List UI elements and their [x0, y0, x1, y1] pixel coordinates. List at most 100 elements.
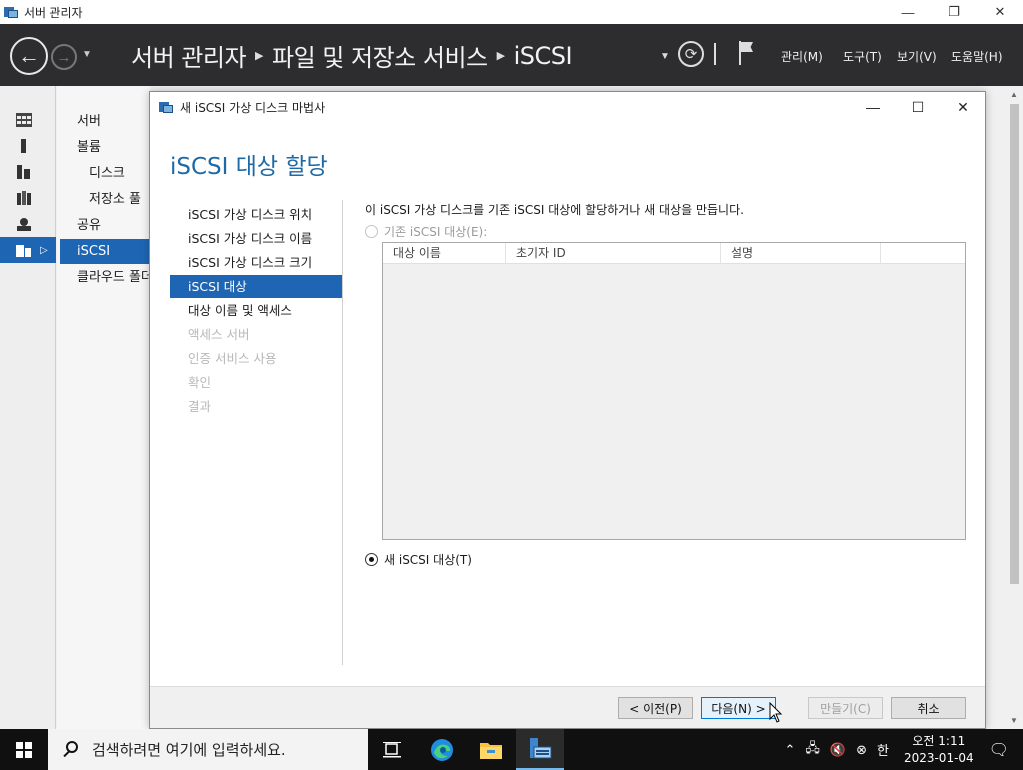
dialog-titlebar: 새 iSCSI 가상 디스크 마법사 — ☐ ✕ [150, 92, 985, 122]
back-arrow-icon: ← [18, 43, 40, 68]
clock-time: 오전 1:11 [912, 733, 966, 748]
prev-button[interactable]: < 이전(P) [618, 697, 693, 719]
forward-arrow-icon: → [56, 48, 72, 66]
new-target-radio[interactable] [365, 553, 378, 566]
menu-view[interactable]: 보기(V) [897, 48, 937, 65]
menu-manage[interactable]: 관리(M) [781, 48, 823, 65]
page-title: iSCSI 대상 할당 [170, 154, 328, 180]
window-title: 서버 관리자 [24, 5, 83, 20]
breadcrumb-item[interactable]: iSCSI [514, 42, 573, 70]
step-iscsi-target[interactable]: iSCSI 대상 [170, 275, 342, 298]
existing-target-label: 기존 iSCSI 대상(E): [384, 225, 488, 239]
left-icon-rail: ▷ [0, 86, 56, 729]
column-description[interactable]: 설명 [721, 243, 881, 264]
scroll-down-icon[interactable]: ▼ [1010, 716, 1018, 725]
start-button[interactable] [0, 729, 48, 770]
show-hidden-icons-chevron-icon[interactable]: ⌃ [784, 742, 795, 758]
rail-local-server[interactable] [0, 133, 56, 159]
next-button[interactable]: 다음(N) > [701, 697, 776, 719]
restore-button[interactable]: ❐ [931, 0, 977, 24]
subnav-item-storage-pools[interactable]: 저장소 풀 [60, 187, 150, 212]
breadcrumb-item[interactable]: 서버 관리자 [131, 38, 247, 73]
servers-icon [17, 165, 30, 179]
column-target-name[interactable]: 대상 이름 [383, 243, 506, 264]
forward-button[interactable]: → [51, 44, 77, 70]
menu-help[interactable]: 도움말(H) [951, 48, 1003, 65]
notifications-flag-icon[interactable] [737, 41, 755, 67]
file-services-nav: 서버 볼륨 디스크 저장소 풀 공유 iSCSI 클라우드 폴더 [57, 86, 150, 729]
column-initiator-id[interactable]: 초기자 ID [506, 243, 721, 264]
nav-history-dropdown-icon[interactable]: ▼ [82, 49, 92, 60]
breadcrumb-item[interactable]: 파일 및 저장소 서비스 [272, 38, 488, 73]
server-group-icon [17, 191, 31, 205]
close-button[interactable]: ✕ [977, 0, 1023, 24]
taskbar-search-box[interactable]: 검색하려면 여기에 입력하세요. [48, 729, 368, 770]
breadcrumb-dropdown-icon[interactable]: ▼ [660, 51, 670, 62]
scroll-up-icon[interactable]: ▲ [1010, 90, 1018, 99]
step-confirmation: 확인 [188, 375, 212, 390]
new-iscsi-virtual-disk-wizard: 새 iSCSI 가상 디스크 마법사 — ☐ ✕ iSCSI 대상 할당 iSC… [149, 91, 986, 729]
error-circle-icon[interactable]: ⊗ [856, 742, 867, 758]
server-manager-icon [530, 737, 552, 758]
subnav-item-volumes[interactable]: 볼륨 [60, 135, 150, 160]
task-view-button[interactable] [368, 729, 416, 770]
rail-file-services[interactable]: ▷ [0, 237, 56, 263]
ime-indicator[interactable]: 한 [877, 740, 889, 759]
task-view-icon [383, 741, 401, 757]
minimize-button[interactable]: — [885, 0, 931, 24]
back-button[interactable]: ← [10, 37, 48, 75]
taskbar: 검색하려면 여기에 입력하세요. ⌃ 🖧 🔇 ⊗ 한 오전 1:11 2023-… [0, 729, 1023, 770]
step-target-name-access[interactable]: 대상 이름 및 액세스 [170, 299, 342, 322]
step-disk-size[interactable]: iSCSI 가상 디스크 크기 [170, 251, 342, 274]
server-manager-icon [4, 5, 18, 19]
edge-browser-button[interactable] [418, 729, 466, 770]
window-titlebar: 서버 관리자 — ❐ ✕ [0, 0, 1023, 24]
server-manager-taskbar-button[interactable] [516, 729, 564, 770]
folder-icon [480, 742, 502, 759]
rail-role[interactable] [0, 211, 56, 237]
expand-arrow-icon: ▷ [40, 244, 48, 256]
step-disk-location[interactable]: iSCSI 가상 디스크 위치 [170, 203, 342, 226]
dialog-close-button[interactable]: ✕ [940, 92, 986, 122]
refresh-button[interactable]: ⟳ [678, 41, 704, 67]
breadcrumb: 서버 관리자 ▶ 파일 및 저장소 서비스 ▶ iSCSI [131, 38, 573, 73]
new-target-option[interactable]: 새 iSCSI 대상(T) [365, 551, 472, 568]
menu-tools[interactable]: 도구(T) [843, 48, 882, 65]
search-icon [62, 740, 82, 760]
step-access-servers: 액세스 서버 [188, 327, 250, 342]
step-results: 결과 [188, 399, 212, 414]
rail-dashboard[interactable] [0, 107, 56, 133]
dialog-title: 새 iSCSI 가상 디스크 마법사 [180, 100, 326, 115]
rail-all-servers[interactable] [0, 159, 56, 185]
step-divider [342, 200, 343, 665]
subnav-item-iscsi[interactable]: iSCSI [60, 239, 150, 264]
subnav-item-servers[interactable]: 서버 [60, 109, 150, 134]
rail-server-group[interactable] [0, 185, 56, 211]
step-disk-name[interactable]: iSCSI 가상 디스크 이름 [170, 227, 342, 250]
file-explorer-button[interactable] [467, 729, 515, 770]
file-services-icon [16, 245, 31, 257]
intro-text: 이 iSCSI 가상 디스크를 기존 iSCSI 대상에 할당하거나 새 대상을… [365, 203, 744, 217]
storage-role-icon [17, 218, 31, 231]
dialog-minimize-button[interactable]: — [850, 92, 896, 122]
cancel-button[interactable]: 취소 [891, 697, 966, 719]
table-header: 대상 이름 초기자 ID 설명 [383, 243, 965, 264]
main-scrollbar[interactable]: ▲ ▼ [1006, 86, 1023, 729]
header-divider [714, 43, 716, 65]
create-button: 만들기(C) [808, 697, 883, 719]
subnav-item-disks[interactable]: 디스크 [60, 161, 150, 186]
subnav-item-cloud-folders[interactable]: 클라우드 폴더 [60, 265, 150, 290]
notifications-icon[interactable]: 🗨 [989, 740, 1009, 760]
dialog-footer: < 이전(P) 다음(N) > 만들기(C) 취소 [150, 686, 985, 728]
clock[interactable]: 오전 1:11 2023-01-04 [904, 733, 974, 767]
existing-target-radio [365, 225, 378, 238]
subnav-item-shares[interactable]: 공유 [60, 213, 150, 238]
volume-muted-icon[interactable]: 🔇 [830, 742, 846, 758]
server-icon [21, 139, 26, 153]
wizard-icon [159, 100, 173, 114]
new-target-label[interactable]: 새 iSCSI 대상(T) [384, 551, 472, 568]
dialog-maximize-button[interactable]: ☐ [895, 92, 941, 122]
scrollbar-thumb[interactable] [1010, 104, 1019, 584]
breadcrumb-separator-icon: ▶ [255, 49, 263, 62]
network-icon[interactable]: 🖧 [805, 739, 820, 761]
